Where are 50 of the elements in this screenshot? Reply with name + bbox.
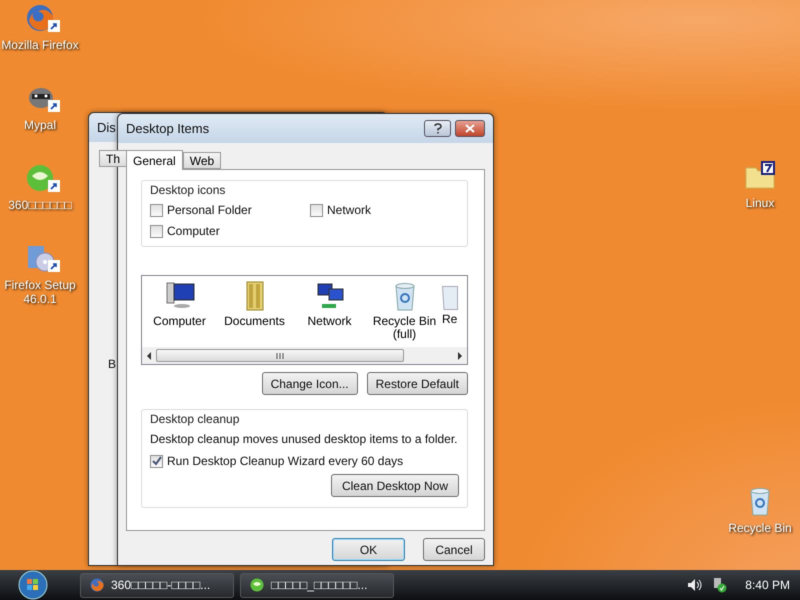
description-text: Desktop cleanup moves unused desktop items to a folder. bbox=[150, 432, 459, 446]
icon-label[interactable]: Re bbox=[442, 313, 458, 326]
speaker-icon[interactable] bbox=[687, 578, 704, 592]
checkbox[interactable] bbox=[310, 204, 323, 216]
icon-label[interactable]: Computer bbox=[144, 315, 214, 328]
tab[interactable]: Web bbox=[182, 152, 222, 169]
close-button[interactable] bbox=[455, 120, 485, 137]
network-status-icon[interactable] bbox=[711, 577, 728, 593]
tab[interactable]: General bbox=[126, 150, 183, 170]
window-title: Desktop Items bbox=[126, 121, 210, 136]
help-icon bbox=[434, 123, 442, 134]
grip-icon bbox=[276, 352, 284, 358]
dialog-button[interactable]: OK bbox=[332, 538, 405, 561]
shortcut-arrow-icon bbox=[48, 20, 60, 32]
firefox-icon bbox=[24, 2, 56, 34]
scroll-left-icon[interactable] bbox=[146, 352, 152, 360]
recycle-bin-icon bbox=[442, 286, 458, 310]
checkbox-label: Network bbox=[327, 203, 372, 217]
icon-label[interactable]: Network bbox=[294, 315, 364, 328]
globe-icon bbox=[249, 577, 265, 593]
taskbar-button[interactable]: □□□□□_□□□□□□... bbox=[240, 572, 394, 598]
tab[interactable]: Th bbox=[99, 150, 128, 167]
window-title: Dis bbox=[97, 120, 116, 135]
checkbox[interactable] bbox=[150, 224, 163, 238]
dialog-button[interactable]: Change Icon... bbox=[262, 372, 358, 395]
scroll-right-icon[interactable] bbox=[457, 352, 463, 360]
shortcut-arrow-icon bbox=[48, 100, 60, 112]
group-title: Desktop icons bbox=[150, 182, 226, 197]
start-orb-icon bbox=[18, 570, 48, 600]
icon-label[interactable]: Recycle Bin (full) bbox=[370, 315, 440, 341]
checkbox-label: Run Desktop Cleanup Wizard every 60 days bbox=[167, 454, 404, 468]
globe-icon bbox=[24, 162, 56, 194]
taskbar-button[interactable]: 360□□□□□-□□□□... bbox=[80, 572, 234, 598]
scrollbar-thumb[interactable] bbox=[156, 349, 404, 362]
group-title: Desktop cleanup bbox=[150, 411, 240, 426]
checkbox-label: Computer bbox=[167, 224, 220, 238]
clean-desktop-button[interactable]: Clean Desktop Now bbox=[330, 474, 459, 497]
dialog-button[interactable]: Cancel bbox=[423, 538, 485, 561]
checkbox[interactable] bbox=[150, 454, 163, 468]
clock[interactable]: 8:40 PM bbox=[745, 578, 790, 592]
help-button[interactable] bbox=[424, 120, 451, 137]
close-icon bbox=[465, 124, 475, 133]
checkbox-label: Personal Folder bbox=[167, 203, 252, 217]
shortcut-arrow-icon bbox=[48, 180, 60, 192]
shortcut-arrow-icon bbox=[48, 260, 60, 272]
dialog-button[interactable]: Restore Default bbox=[366, 372, 468, 395]
icon-label[interactable]: Documents bbox=[220, 315, 290, 328]
checkbox[interactable] bbox=[150, 204, 163, 216]
firefox-icon bbox=[89, 577, 105, 593]
label: B bbox=[108, 357, 116, 371]
